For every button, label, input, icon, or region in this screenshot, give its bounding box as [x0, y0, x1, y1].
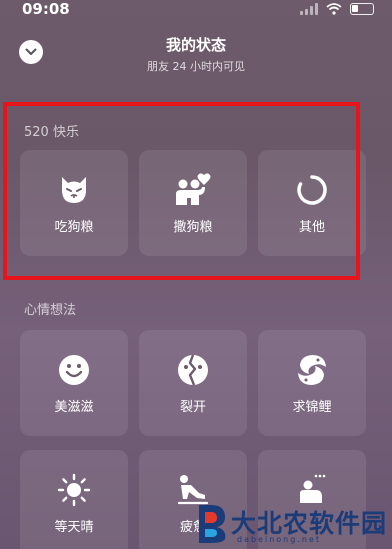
status-card-show-dogfood[interactable]: 撒狗粮	[139, 150, 247, 256]
watermark-domain: dabeinong.net	[237, 535, 321, 544]
card-label: 其他	[298, 220, 325, 235]
section-label-mood: 心情想法	[24, 303, 77, 318]
couple-heart-icon	[176, 173, 211, 205]
sun-icon	[57, 473, 91, 507]
loading-ring-icon	[297, 175, 327, 205]
status-bar: 09:08	[0, 0, 392, 22]
koi-fish-icon	[298, 355, 326, 385]
status-card-wait-sun[interactable]: 等天晴	[20, 450, 128, 549]
page-subtitle: 朋友 24 小时内可见	[147, 60, 245, 73]
card-label: 撒狗粮	[173, 220, 213, 235]
signal-icon	[300, 3, 318, 15]
card-label: 求锦鲤	[292, 400, 332, 415]
card-label: 美滋滋	[54, 400, 94, 415]
status-time: 09:08	[22, 0, 70, 18]
status-icons	[300, 3, 374, 15]
status-card-cracked[interactable]: 裂开	[139, 330, 247, 436]
page-title: 我的状态	[165, 36, 226, 54]
watermark: 大北农软件园 dabeinong.net	[195, 500, 392, 549]
smiley-icon	[59, 355, 89, 385]
battery-icon	[350, 3, 374, 15]
section-label-520: 520 快乐	[24, 125, 79, 140]
header: 我的状态 朋友 24 小时内可见	[0, 30, 392, 80]
card-label: 吃狗粮	[54, 220, 94, 235]
status-card-other[interactable]: 其他	[258, 150, 366, 256]
status-card-happy[interactable]: 美滋滋	[20, 330, 128, 436]
card-label: 裂开	[179, 400, 206, 415]
cracked-face-icon	[178, 354, 208, 386]
wifi-icon	[326, 3, 342, 15]
card-label: 等天晴	[54, 520, 94, 535]
watermark-logo-icon	[199, 505, 226, 543]
status-card-eat-dogfood[interactable]: 吃狗粮	[20, 150, 128, 256]
status-card-koi[interactable]: 求锦鲤	[258, 330, 366, 436]
dog-face-icon	[62, 177, 86, 203]
